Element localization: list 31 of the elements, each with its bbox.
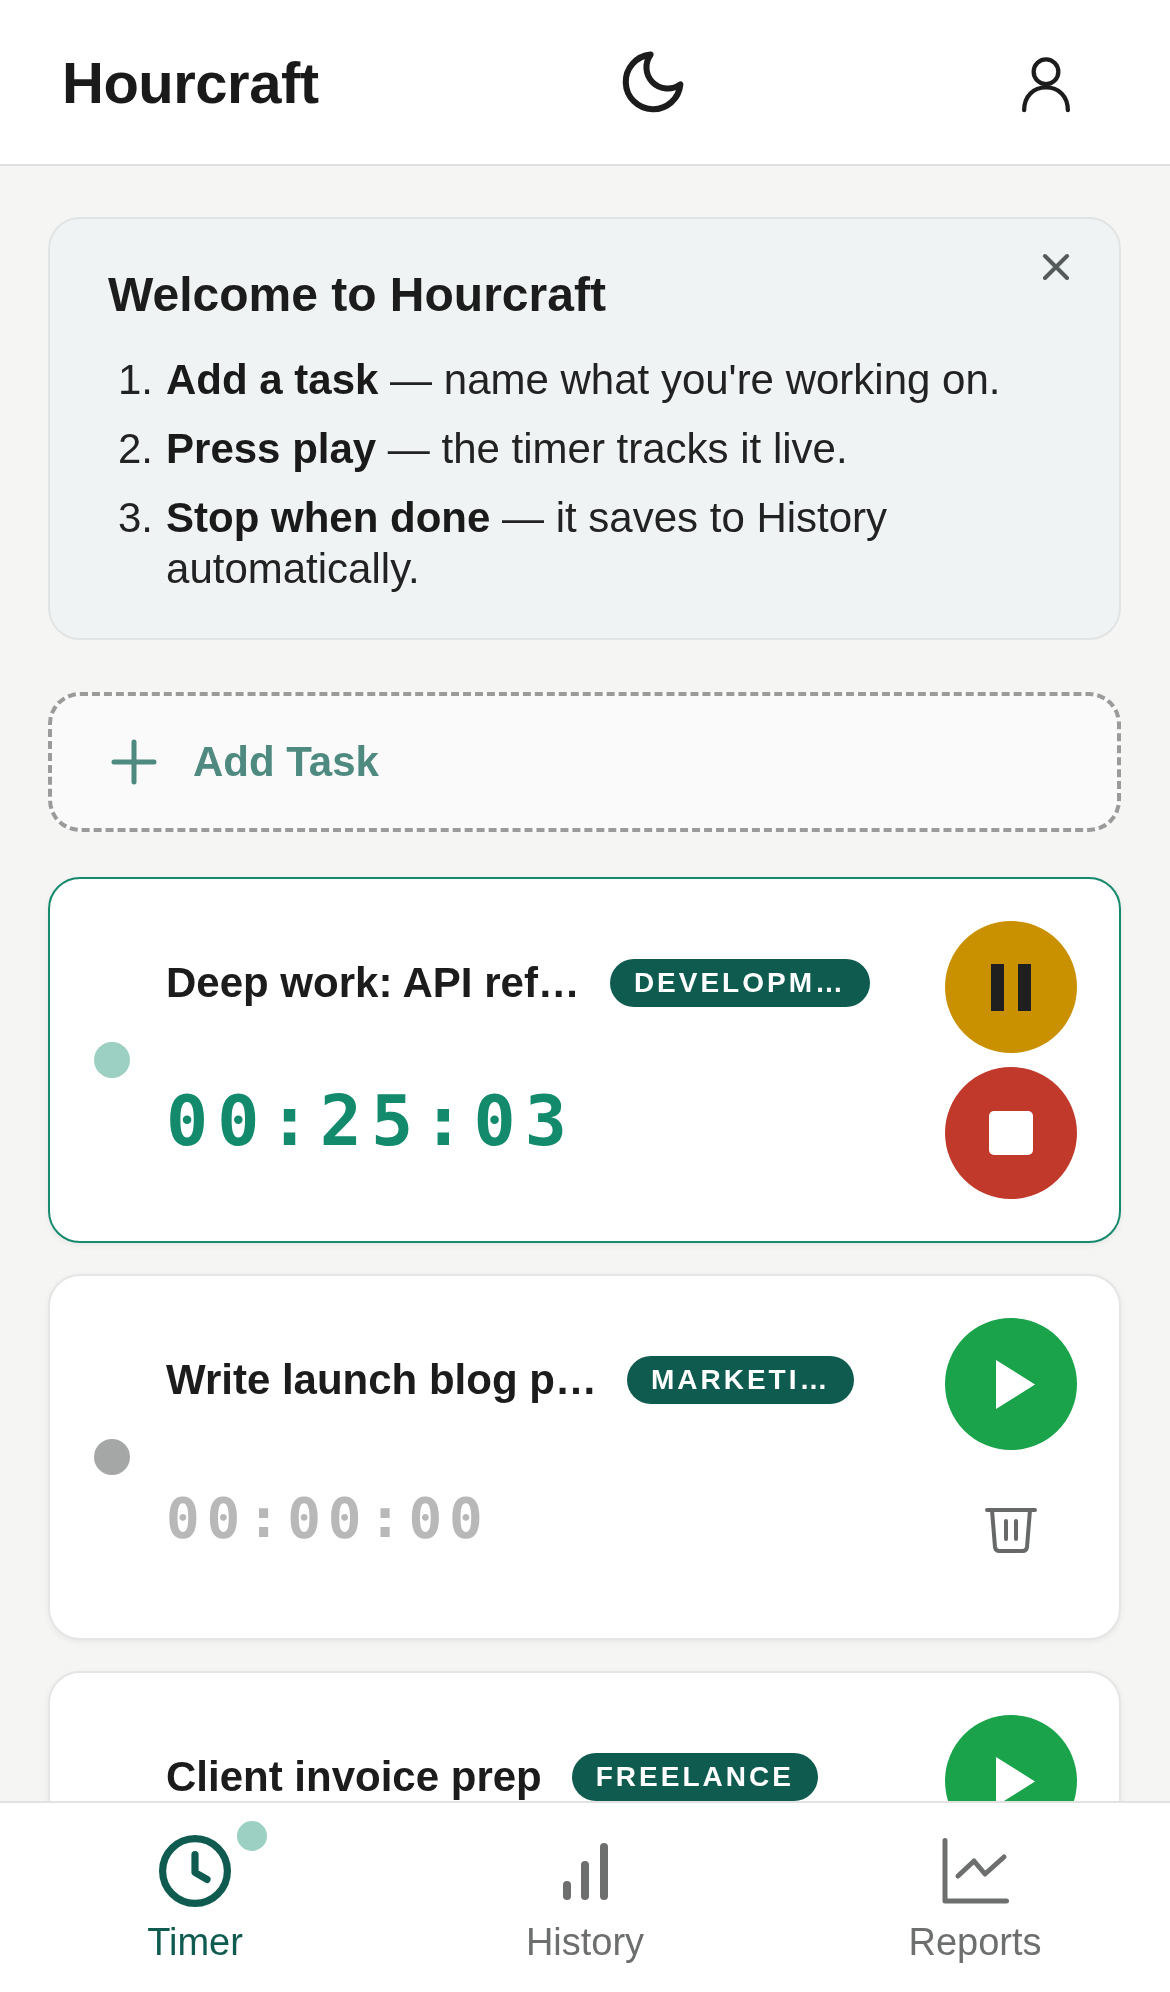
task-title: Client invoice prep (166, 1753, 542, 1801)
nav-tab[interactable]: Reports (780, 1803, 1170, 1992)
play-icon (995, 1359, 1035, 1409)
task-title: Deep work: API ref… (166, 959, 580, 1007)
nav-tab[interactable]: Timer (0, 1803, 390, 1992)
pause-icon (991, 963, 1031, 1011)
step-number: 2. (118, 424, 154, 474)
trash-icon (985, 1507, 1037, 1553)
user-icon (1021, 55, 1071, 113)
elapsed-time: 00:25:03 (166, 1086, 576, 1156)
category-tag: MARKETI… (626, 1356, 855, 1404)
task-title: Write launch blog p… (166, 1356, 597, 1404)
welcome-title: Welcome to Hourcraft (108, 267, 606, 323)
step-text: Press play — the timer tracks it live. (166, 424, 849, 474)
nav-tab[interactable]: History (390, 1803, 780, 1992)
app-title: Hourcraft (62, 48, 319, 116)
step-text: Stop when done — it saves to History automatically. (166, 493, 889, 594)
elapsed-time: 00:00:00 (166, 1490, 490, 1546)
add-task-button[interactable]: Add Task (48, 692, 1121, 832)
step-number: 3. (118, 493, 154, 543)
step-text: Add a task — name what you're working on. (166, 355, 1002, 405)
step-number: 1. (118, 355, 154, 405)
close-icon (1042, 253, 1070, 281)
line-chart-icon (941, 1838, 1009, 1904)
moon-icon (622, 51, 684, 113)
clock-icon (159, 1835, 231, 1907)
stop-icon (989, 1111, 1033, 1155)
bar-chart-icon (562, 1842, 608, 1900)
category-tag: DEVELOPM… (609, 959, 870, 1007)
plus-icon (111, 739, 157, 785)
category-tag: FREELANCE (571, 1753, 818, 1801)
